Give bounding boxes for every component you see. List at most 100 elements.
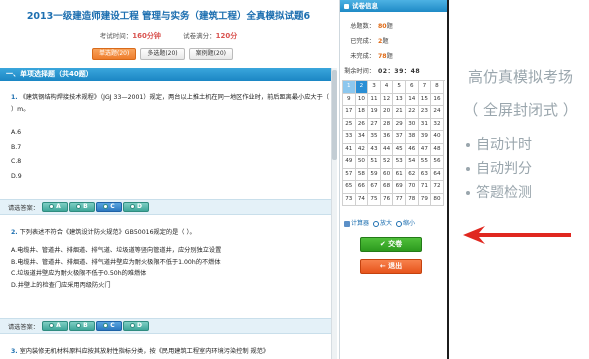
question-number-cell[interactable]: 20 (380, 106, 394, 119)
scrollbar-thumb[interactable] (332, 70, 337, 160)
question-number-cell[interactable]: 23 (418, 106, 432, 119)
question-number-cell[interactable]: 74 (355, 193, 369, 206)
choice-d-button[interactable]: D (122, 321, 149, 331)
question-scrollbar[interactable] (331, 68, 337, 359)
choice-c-button[interactable]: C (95, 202, 122, 212)
question-number-cell[interactable]: 50 (355, 156, 369, 169)
question-number-cell[interactable]: 47 (418, 143, 432, 156)
question-number-cell[interactable]: 16 (431, 93, 444, 106)
question-number-cell[interactable]: 57 (343, 168, 356, 181)
question-number-cell[interactable]: 79 (418, 193, 432, 206)
question-number-cell[interactable]: 71 (418, 181, 432, 194)
question-number-cell[interactable]: 70 (405, 181, 419, 194)
question-number-cell[interactable]: 42 (355, 143, 369, 156)
question-number-cell[interactable]: 40 (431, 131, 444, 144)
question-number-cell[interactable]: 29 (393, 118, 406, 131)
question-number-cell[interactable]: 63 (418, 168, 432, 181)
question-number-cell[interactable]: 80 (431, 193, 444, 206)
tab-case-study[interactable]: 案例题(20) (188, 48, 233, 60)
question-number-cell[interactable]: 24 (431, 106, 444, 119)
question-number-cell[interactable]: 52 (380, 156, 394, 169)
question-number-cell[interactable]: 30 (405, 118, 419, 131)
zoom-in-button[interactable]: 放大 (373, 218, 392, 227)
question-number-cell[interactable]: 73 (343, 193, 356, 206)
question-number-cell[interactable]: 19 (368, 106, 381, 119)
question-number-cell[interactable]: 44 (380, 143, 394, 156)
question-number-cell[interactable]: 61 (393, 168, 406, 181)
question-number-cell[interactable]: 34 (355, 131, 369, 144)
question-number-cell[interactable]: 32 (431, 118, 444, 131)
question-number-cell[interactable]: 39 (418, 131, 432, 144)
question-number-cell[interactable]: 62 (405, 168, 419, 181)
question-number-cell[interactable]: 37 (393, 131, 406, 144)
question-number-cell[interactable]: 68 (380, 181, 394, 194)
question-number-cell[interactable]: 60 (380, 168, 394, 181)
question-number-cell[interactable]: 21 (393, 106, 406, 119)
question-number-cell[interactable]: 35 (368, 131, 381, 144)
question-number-cell[interactable]: 26 (355, 118, 369, 131)
exit-button[interactable]: ← 退出 (360, 259, 422, 274)
question-number-cell[interactable]: 9 (343, 93, 356, 106)
question-number-cell[interactable]: 43 (368, 143, 381, 156)
choice-d-button[interactable]: D (122, 202, 149, 212)
question-number-cell[interactable]: 76 (380, 193, 394, 206)
question-number-cell[interactable]: 7 (418, 81, 432, 94)
question-number-cell[interactable]: 33 (343, 131, 356, 144)
choice-a-button[interactable]: A (41, 321, 68, 331)
question-number-cell[interactable]: 5 (393, 81, 406, 94)
question-number-cell[interactable]: 55 (418, 156, 432, 169)
question-number-cell[interactable]: 78 (405, 193, 419, 206)
question-number-cell[interactable]: 56 (431, 156, 444, 169)
question-number-cell[interactable]: 48 (431, 143, 444, 156)
question-number-cell[interactable]: 66 (355, 181, 369, 194)
question-number-cell[interactable]: 1 (343, 81, 356, 94)
question-number-cell[interactable]: 69 (393, 181, 406, 194)
question-number-cell[interactable]: 53 (393, 156, 406, 169)
question-number-cell[interactable]: 46 (405, 143, 419, 156)
question-number-cell[interactable]: 10 (355, 93, 369, 106)
question-number-cell[interactable]: 3 (368, 81, 381, 94)
question-number-cell[interactable]: 14 (405, 93, 419, 106)
choice-b-button[interactable]: B (68, 202, 95, 212)
question-number-cell[interactable]: 49 (343, 156, 356, 169)
question-number-cell[interactable]: 45 (393, 143, 406, 156)
question-number-cell[interactable]: 51 (368, 156, 381, 169)
choice-c-button[interactable]: C (95, 321, 122, 331)
question-number-cell[interactable]: 72 (431, 181, 444, 194)
stat-countdown: 剩余时间： 02：39：48 (340, 66, 447, 78)
question-number-cell[interactable]: 13 (393, 93, 406, 106)
question-number-cell[interactable]: 67 (368, 181, 381, 194)
question-number-cell[interactable]: 65 (343, 181, 356, 194)
tab-multiple-choice[interactable]: 多选题(20) (140, 48, 185, 60)
question-number-cell[interactable]: 41 (343, 143, 356, 156)
choice-a-button[interactable]: A (41, 202, 68, 212)
calculator-button[interactable]: 计算器 (344, 218, 369, 227)
question-number-cell[interactable]: 11 (368, 93, 381, 106)
submit-button[interactable]: ✔ 交卷 (360, 237, 422, 252)
question-number-cell[interactable]: 6 (405, 81, 419, 94)
question-number-cell[interactable]: 27 (368, 118, 381, 131)
question-number-cell[interactable]: 31 (418, 118, 432, 131)
question-number-cell[interactable]: 25 (343, 118, 356, 131)
question-number-cell[interactable]: 22 (405, 106, 419, 119)
question-number-cell[interactable]: 2 (355, 81, 369, 94)
question-number-cell[interactable]: 12 (380, 93, 394, 106)
question-number-cell[interactable]: 18 (355, 106, 369, 119)
question-number-cell[interactable]: 28 (380, 118, 394, 131)
question-number-cell[interactable]: 17 (343, 106, 356, 119)
question-number-cell[interactable]: 54 (405, 156, 419, 169)
radio-icon (49, 204, 55, 209)
question-number-cell[interactable]: 4 (380, 81, 394, 94)
zoom-out-button[interactable]: 缩小 (396, 218, 415, 227)
choice-b-button[interactable]: B (68, 321, 95, 331)
question-number-cell[interactable]: 64 (431, 168, 444, 181)
question-number-cell[interactable]: 36 (380, 131, 394, 144)
question-number-cell[interactable]: 58 (355, 168, 369, 181)
tab-single-choice[interactable]: 单选题(20) (92, 48, 137, 60)
question-number-cell[interactable]: 77 (393, 193, 406, 206)
question-number-cell[interactable]: 75 (368, 193, 381, 206)
question-number-cell[interactable]: 59 (368, 168, 381, 181)
question-number-cell[interactable]: 8 (431, 81, 444, 94)
question-number-cell[interactable]: 15 (418, 93, 432, 106)
question-number-cell[interactable]: 38 (405, 131, 419, 144)
